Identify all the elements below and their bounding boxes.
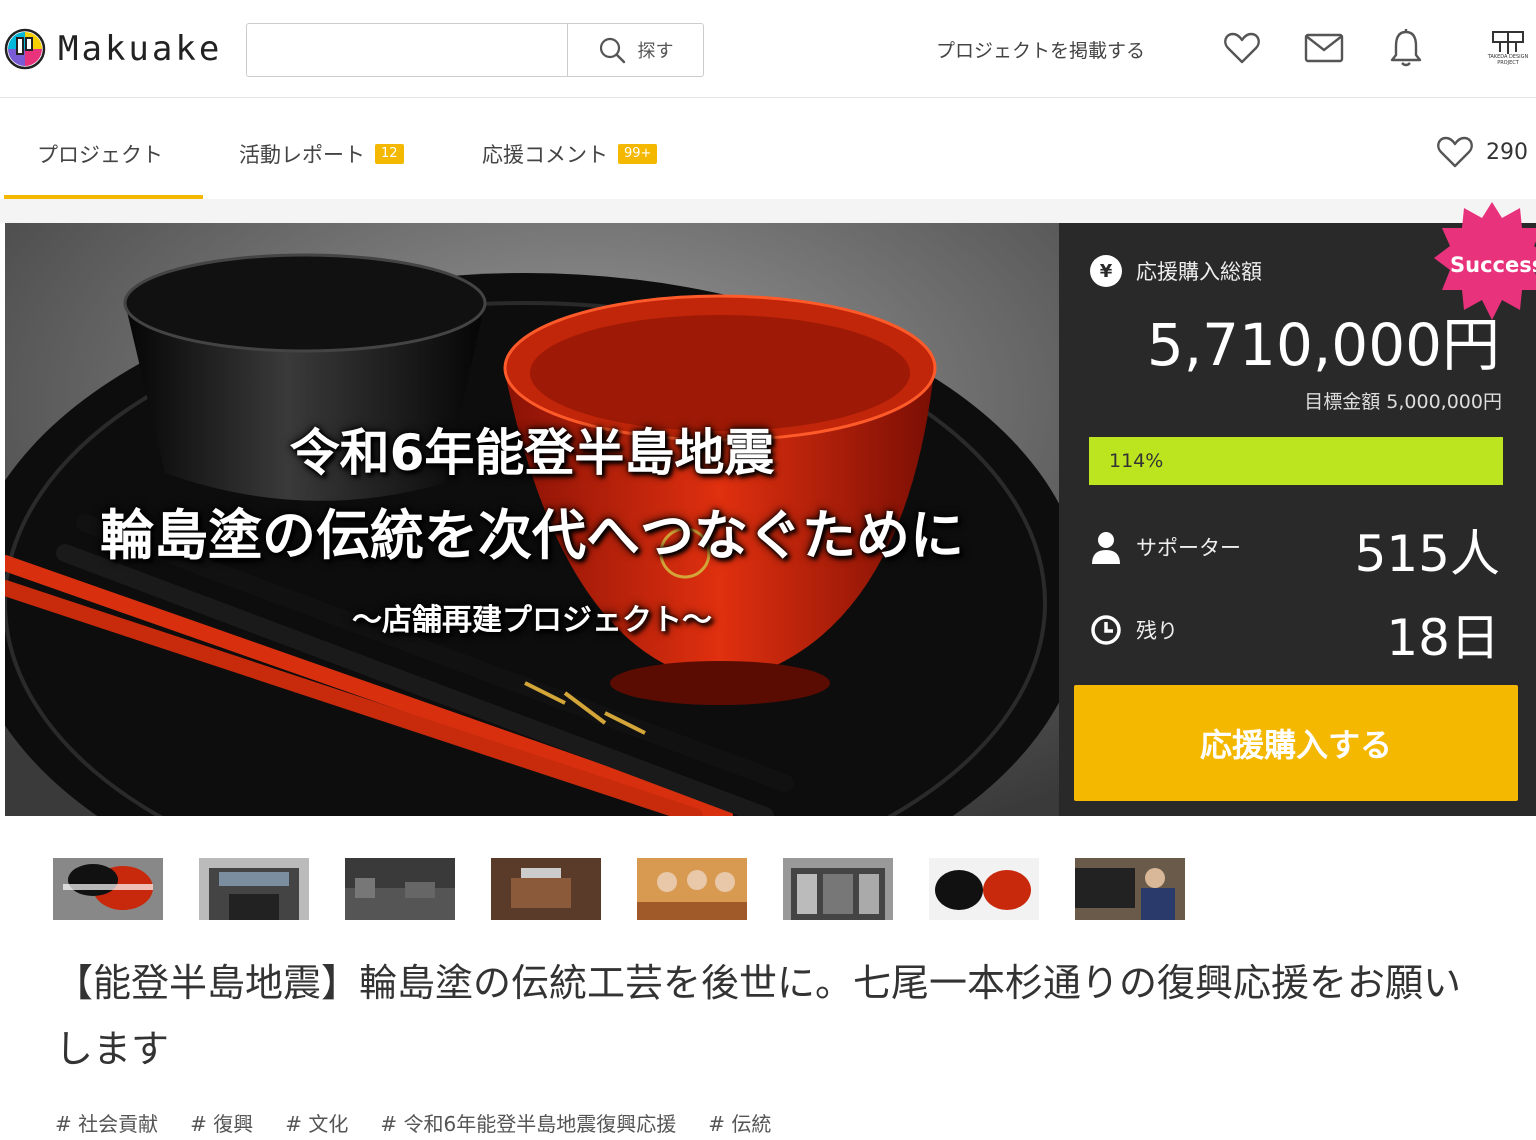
site-header: Makuake 探す プロジェクトを掲載する TAKEDA DESIGN PRO… [0, 0, 1536, 98]
thumbnail-4[interactable] [491, 858, 601, 920]
success-badge: Success [1432, 198, 1536, 328]
tag-item[interactable]: 社会貢献 [55, 1108, 158, 1137]
search-icon [599, 37, 625, 64]
yen-icon: ¥ [1090, 255, 1122, 287]
logo-text: Makuake [58, 29, 223, 69]
support-purchase-button[interactable]: 応援購入する [1074, 685, 1518, 801]
tab-project-label: プロジェクト [37, 143, 163, 167]
thumbnail-1[interactable] [53, 858, 163, 920]
total-label-row: ¥ 応援購入総額 [1090, 255, 1262, 287]
tab-reports-label: 活動レポート [239, 143, 365, 167]
mail-icon [1304, 33, 1344, 63]
section-divider [0, 199, 1536, 223]
progress-bar-fill: 114% [1089, 437, 1503, 485]
remaining-days: 18日 [1386, 609, 1500, 667]
messages-button[interactable] [1304, 28, 1344, 68]
clock-icon [1091, 615, 1121, 645]
tag-item[interactable]: 文化 [285, 1108, 348, 1137]
supporters-count: 515人 [1354, 525, 1500, 583]
heart-icon [1224, 32, 1260, 64]
brand-logo-text: TAKEDA DESIGN PROJECT [1487, 54, 1529, 66]
makuake-logo-icon [4, 28, 46, 70]
heart-icon [1437, 136, 1473, 168]
search-box: 探す [246, 23, 704, 77]
thumbnail-5[interactable] [637, 858, 747, 920]
tab-comments[interactable]: 応援コメント 99+ [482, 139, 658, 169]
brand-logo-icon [1492, 31, 1524, 54]
person-icon [1092, 532, 1120, 564]
hero-subtitle: 〜店舗再建プロジェクト〜 [352, 603, 712, 638]
comments-count-badge: 99+ [618, 144, 658, 164]
search-button[interactable]: 探す [567, 24, 703, 76]
target-amount: 目標金額 5,000,000円 [1304, 391, 1502, 413]
notifications-button[interactable] [1386, 28, 1426, 68]
reports-count-badge: 12 [375, 144, 404, 164]
success-label: Success [1450, 253, 1536, 277]
tab-reports[interactable]: 活動レポート 12 [239, 139, 404, 169]
thumbnail-6[interactable] [783, 858, 893, 920]
search-input[interactable] [247, 24, 567, 76]
favorite-button[interactable]: 290 [1436, 135, 1528, 169]
post-project-link[interactable]: プロジェクトを掲載する [936, 36, 1145, 63]
search-button-label: 探す [637, 41, 674, 62]
thumbnail-2[interactable] [199, 858, 309, 920]
thumbnail-3[interactable] [345, 858, 455, 920]
hero-image[interactable]: 令和6年能登半島地震 輪島塗の伝統を次代へつなぐために 〜店舗再建プロジェクト〜 [5, 223, 1059, 816]
tag-item[interactable]: 令和6年能登半島地震復興応援 [380, 1108, 677, 1137]
favorite-count: 290 [1486, 139, 1528, 165]
project-title: 【能登半島地震】輪島塗の伝統工芸を後世に。七尾一本杉通りの復興応援をお願いします [55, 961, 1462, 1071]
project-tabs: プロジェクト 活動レポート 12 応援コメント 99+ 290 [0, 99, 1536, 199]
tab-project[interactable]: プロジェクト [37, 139, 163, 169]
remaining-label: 残り [1136, 619, 1178, 643]
progress-bar: 114% [1089, 437, 1503, 485]
total-label: 応援購入総額 [1136, 260, 1262, 284]
supporters-row: サポーター [1090, 530, 1241, 564]
brand-logo[interactable]: TAKEDA DESIGN PROJECT [1484, 30, 1532, 70]
thumbnail-7[interactable] [929, 858, 1039, 920]
favorites-button[interactable] [1222, 28, 1262, 68]
supporters-label: サポーター [1136, 536, 1241, 560]
thumbnail-strip [53, 858, 1185, 920]
makuake-logo[interactable]: Makuake [4, 28, 222, 70]
thumbnail-8[interactable] [1075, 858, 1185, 920]
hero-title-line1: 令和6年能登半島地震 [289, 424, 775, 482]
bell-icon [1390, 29, 1422, 67]
tag-item[interactable]: 復興 [190, 1108, 253, 1137]
tab-comments-label: 応援コメント [482, 143, 608, 167]
progress-percent: 114% [1109, 450, 1164, 472]
hero-title-line2: 輪島塗の伝統を次代へつなぐために [100, 504, 964, 567]
tag-item[interactable]: 伝統 [708, 1108, 771, 1137]
tag-list: 社会貢献 復興 文化 令和6年能登半島地震復興応援 伝統 [55, 1108, 771, 1137]
remaining-row: 残り [1090, 614, 1178, 646]
